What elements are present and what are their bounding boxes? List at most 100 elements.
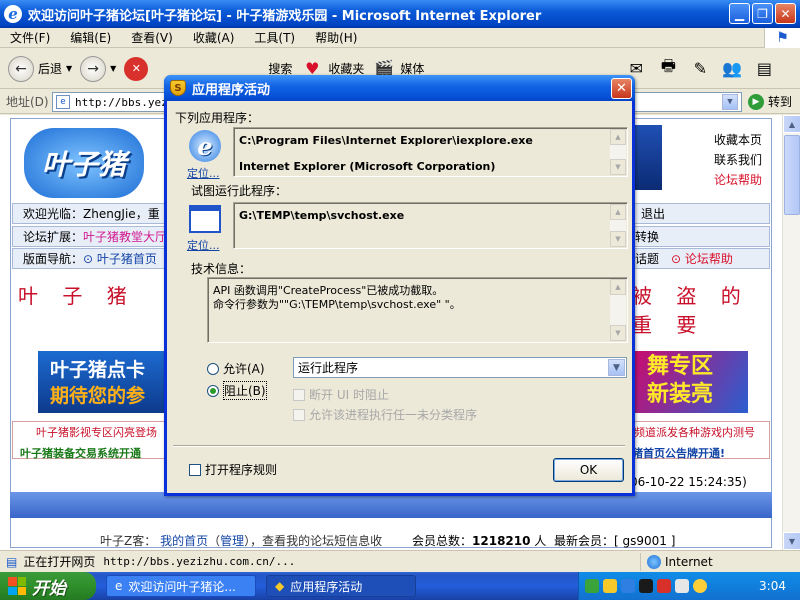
scroll-up-icon[interactable]: ▲ <box>783 115 800 133</box>
scroll-down-icon[interactable]: ▼ <box>610 231 626 247</box>
close-button[interactable]: ✕ <box>775 3 796 24</box>
clock[interactable]: 3:04 <box>759 579 786 593</box>
stop-icon[interactable]: ✕ <box>124 56 149 81</box>
checkbox-box[interactable] <box>293 388 305 401</box>
menu-bar: 文件(F) 编辑(E) 查看(V) 收藏(A) 工具(T) 帮助(H) <box>0 28 800 48</box>
ad-banner-right[interactable]: 舞专区 新装亮 <box>633 351 748 413</box>
target-info-scrollbar[interactable]: ▲ ▼ <box>610 204 626 247</box>
start-button[interactable]: 开始 <box>0 572 96 600</box>
minimize-button[interactable]: ▁ <box>729 3 750 24</box>
tray-ime-icon[interactable] <box>693 579 707 593</box>
dialog-titlebar[interactable]: S 应用程序活动 ✕ <box>164 75 635 101</box>
forward-button[interactable]: → ▼ <box>80 55 116 82</box>
back-arrow-icon: ← <box>8 55 34 82</box>
news-item[interactable]: 叶子猪影视专区闪亮登场 <box>36 423 157 441</box>
research-icon[interactable]: ▤ <box>752 57 776 81</box>
timestamp: 06-10-22 15:24:35) <box>630 475 747 489</box>
window-titlebar[interactable]: e 欢迎访问叶子猪论坛[叶子猪论坛] - 叶子猪游戏乐园 - Microsoft… <box>0 0 800 28</box>
nav-topic-link[interactable]: 话题 <box>635 250 659 267</box>
allow-radio[interactable]: 允许(A) <box>207 360 265 377</box>
address-dropdown-button[interactable]: ▼ <box>722 94 738 110</box>
extension-link[interactable]: 叶子猪教堂大厅 <box>83 228 167 245</box>
tray-qq-icon[interactable] <box>639 579 653 593</box>
go-button[interactable]: ▶ 转到 <box>747 93 792 110</box>
target-path: G:\TEMP\temp\svchost.exe <box>239 209 405 222</box>
news-item[interactable]: 猪首页公告牌开通! <box>632 444 725 462</box>
block-radio-dot[interactable] <box>207 384 219 397</box>
app-info-scrollbar[interactable]: ▲ ▼ <box>610 129 626 175</box>
scroll-down-icon[interactable]: ▼ <box>610 159 626 175</box>
menu-edit[interactable]: 编辑(E) <box>60 29 121 46</box>
ad-left-line2: 期待您的参 <box>50 385 146 407</box>
members-unit: 人 <box>534 534 547 548</box>
maximize-button[interactable]: ❐ <box>752 3 773 24</box>
tray-shield-icon[interactable] <box>603 579 617 593</box>
block-radio[interactable]: 阻止(B) <box>207 381 267 400</box>
allow-unclassified-checkbox[interactable]: 允许该进程执行任一未分类程序 <box>293 406 477 423</box>
nav-home-link[interactable]: ⊙ 叶子猪首页 <box>83 250 157 267</box>
welcome-text: 欢迎光临：ZhengJie，重 <box>23 207 160 221</box>
page-scrollbar[interactable]: ▲ ▼ <box>782 115 800 550</box>
switch-link[interactable]: 转换 <box>635 228 659 245</box>
zone-label: Internet <box>665 555 713 569</box>
scroll-up-icon[interactable]: ▲ <box>610 129 626 145</box>
tray-app-icon[interactable] <box>621 579 635 593</box>
tech-info-scrollbar[interactable]: ▲ ▼ <box>610 279 626 341</box>
checkbox-box[interactable] <box>293 408 305 421</box>
tray-network-icon[interactable] <box>585 579 599 593</box>
my-home-link[interactable]: 我的首页 <box>160 534 208 548</box>
menu-help[interactable]: 帮助(H) <box>305 29 367 46</box>
security-zone: Internet <box>640 553 780 571</box>
back-button[interactable]: ← 后退 ▼ <box>8 55 72 82</box>
disconnect-ui-checkbox[interactable]: 断开 UI 时阻止 <box>293 386 389 403</box>
newest-label: 最新会员：[ <box>553 534 619 548</box>
news-item[interactable]: 叶子猪装备交易系统开通 <box>20 444 141 462</box>
ok-button[interactable]: OK <box>553 458 624 482</box>
page-icon: e <box>56 95 70 109</box>
scroll-thumb[interactable] <box>784 135 800 215</box>
taskbar-item-dialog[interactable]: ◆ 应用程序活动 <box>266 575 416 597</box>
locate-app-link[interactable]: 定位... <box>187 165 220 181</box>
nav-help-label: 论坛帮助 <box>684 252 733 266</box>
menu-view[interactable]: 查看(V) <box>121 29 183 46</box>
locate-target-link[interactable]: 定位... <box>187 237 220 253</box>
logout-link[interactable]: 退出 <box>641 205 665 222</box>
ie-icon: e <box>4 5 22 23</box>
messenger-icon[interactable]: 👥 <box>720 57 744 81</box>
members-label: 会员总数： <box>412 534 473 548</box>
bookmark-link[interactable]: 收藏本页 <box>714 130 762 150</box>
menu-favorites[interactable]: 收藏(A) <box>183 29 245 46</box>
status-text: 正在打开网页 <box>23 555 96 569</box>
site-logo[interactable]: 叶子猪 <box>24 128 144 198</box>
scroll-down-icon[interactable]: ▼ <box>783 532 800 550</box>
manage-link[interactable]: 管理 <box>220 534 244 548</box>
chevron-down-icon[interactable]: ▼ <box>66 64 72 73</box>
taskbar-item-ie[interactable]: e 欢迎访问叶子猪论... <box>106 575 256 597</box>
chevron-down-icon[interactable]: ▼ <box>110 64 116 73</box>
ad-banner-left[interactable]: 叶子猪点卡 期待您的参 <box>38 351 170 413</box>
checkbox-box[interactable] <box>189 463 201 476</box>
allow-radio-dot[interactable] <box>207 362 219 375</box>
forum-help-link[interactable]: 论坛帮助 <box>714 170 762 190</box>
edit-icon[interactable]: ✎ <box>688 57 712 81</box>
address-value: http://bbs.yezi <box>75 95 175 109</box>
dialog-close-button[interactable]: ✕ <box>611 78 632 99</box>
tray-security-icon[interactable] <box>657 579 671 593</box>
newest-member-link[interactable]: gs9001 <box>622 534 666 548</box>
print-icon[interactable]: 🖶 <box>656 56 680 81</box>
contact-link[interactable]: 联系我们 <box>714 150 762 170</box>
scroll-down-icon[interactable]: ▼ <box>610 325 626 341</box>
scroll-up-icon[interactable]: ▲ <box>610 204 626 220</box>
chevron-down-icon[interactable]: ▼ <box>608 359 625 376</box>
user-suffix: ，查看我的论坛短信息收 <box>250 534 383 548</box>
menu-file[interactable]: 文件(F) <box>0 29 60 46</box>
scroll-up-icon[interactable]: ▲ <box>610 279 626 295</box>
menu-tools[interactable]: 工具(T) <box>244 29 305 46</box>
tray-speaker-icon[interactable] <box>675 579 689 593</box>
action-select[interactable]: 运行此程序 ▼ <box>293 357 627 378</box>
open-rules-checkbox[interactable]: 打开程序规则 <box>189 461 277 478</box>
news-item[interactable]: 频道派发各种游戏内测号 <box>634 423 755 441</box>
nav-help-link[interactable]: ⊙ 论坛帮助 <box>671 250 733 267</box>
system-tray: 3:04 <box>578 572 800 600</box>
members-count: 1218210 <box>472 534 531 548</box>
